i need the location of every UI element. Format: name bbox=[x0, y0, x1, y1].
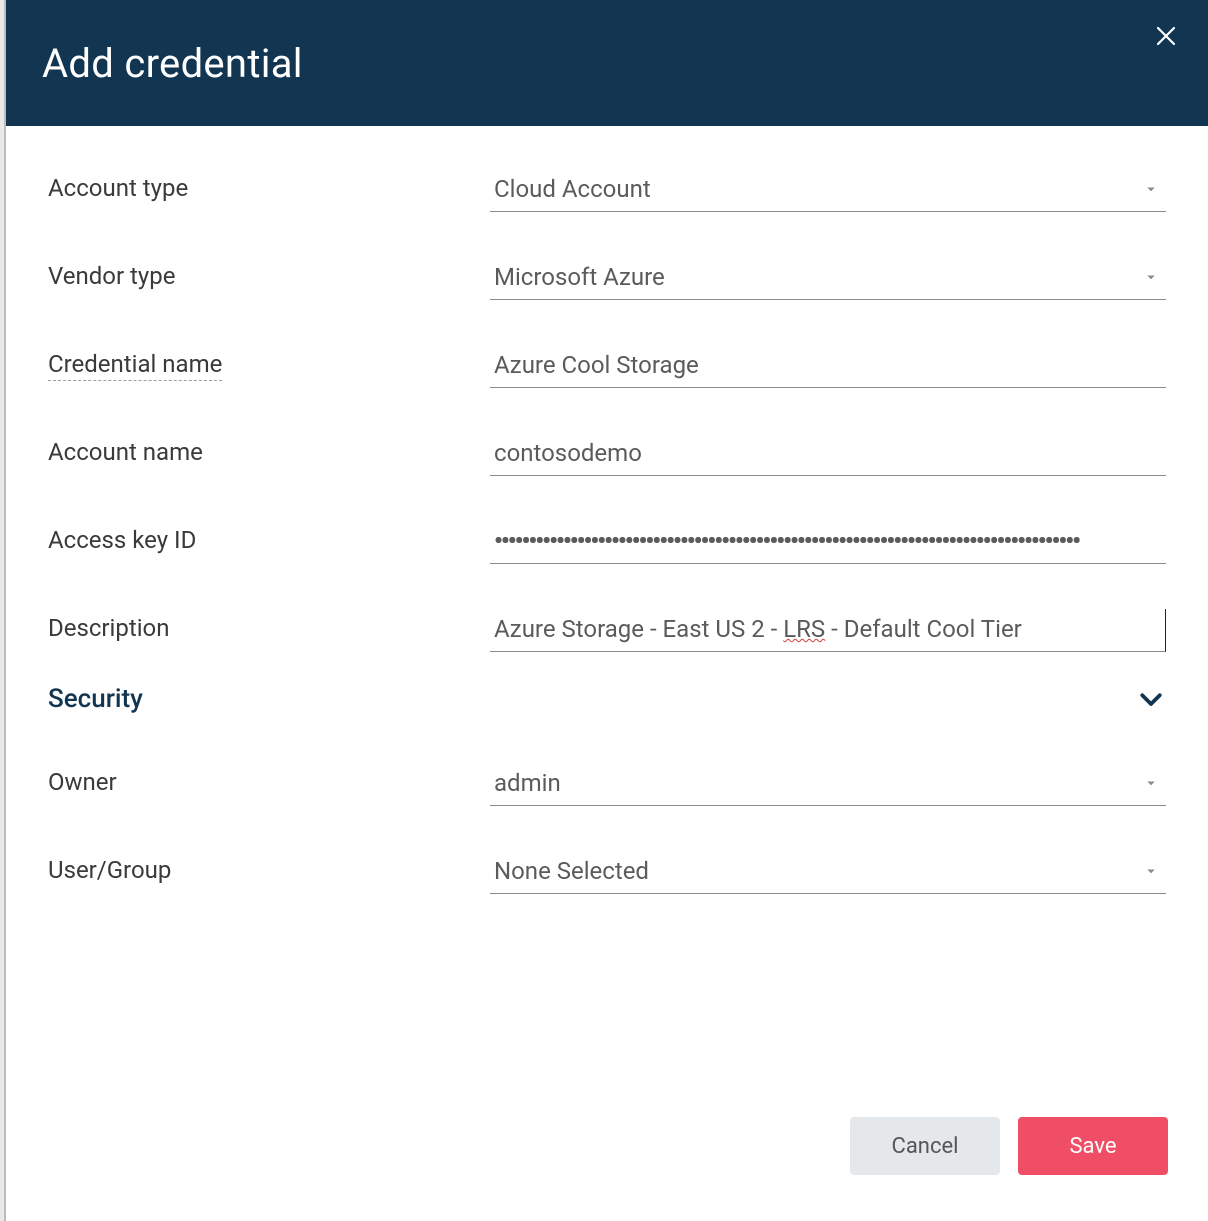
row-access-key-id: Access key ID bbox=[48, 508, 1166, 564]
field-vendor-type[interactable]: Microsoft Azure bbox=[490, 257, 1166, 300]
label-credential-name: Credential name bbox=[48, 350, 490, 388]
input-access-key-id[interactable] bbox=[490, 521, 1166, 564]
section-title-security: Security bbox=[48, 684, 143, 714]
label-account-type: Account type bbox=[48, 174, 490, 212]
chevron-down-icon bbox=[1136, 684, 1166, 714]
modal-title: Add credential bbox=[42, 40, 303, 87]
input-account-name[interactable] bbox=[490, 433, 1166, 476]
select-account-type[interactable]: Cloud Account bbox=[490, 169, 1166, 212]
label-vendor-type: Vendor type bbox=[48, 262, 490, 300]
field-description: Azure Storage - East US 2 - LRS - Defaul… bbox=[490, 609, 1166, 652]
row-credential-name: Credential name bbox=[48, 332, 1166, 388]
row-account-name: Account name bbox=[48, 420, 1166, 476]
input-credential-name[interactable] bbox=[490, 345, 1166, 388]
label-access-key-id: Access key ID bbox=[48, 526, 490, 564]
section-toggle-security[interactable]: Security bbox=[48, 684, 1166, 714]
input-description[interactable]: Azure Storage - East US 2 - LRS - Defaul… bbox=[490, 609, 1166, 652]
field-access-key-id bbox=[490, 521, 1166, 564]
label-account-name: Account name bbox=[48, 438, 490, 476]
modal-header: Add credential bbox=[6, 0, 1208, 126]
field-account-name bbox=[490, 433, 1166, 476]
label-owner: Owner bbox=[48, 768, 490, 806]
row-description: Description Azure Storage - East US 2 - … bbox=[48, 596, 1166, 652]
row-user-group: User/Group None Selected bbox=[48, 838, 1166, 894]
close-icon bbox=[1154, 24, 1178, 48]
field-account-type[interactable]: Cloud Account bbox=[490, 169, 1166, 212]
modal-footer: Cancel Save bbox=[6, 1111, 1208, 1221]
add-credential-modal: Add credential Account type Cloud Accoun… bbox=[6, 0, 1208, 1221]
select-owner[interactable]: admin bbox=[490, 763, 1166, 806]
row-owner: Owner admin bbox=[48, 750, 1166, 806]
select-vendor-type[interactable]: Microsoft Azure bbox=[490, 257, 1166, 300]
field-owner[interactable]: admin bbox=[490, 763, 1166, 806]
modal-body: Account type Cloud Account Vendor type M… bbox=[6, 126, 1208, 1111]
close-button[interactable] bbox=[1148, 18, 1184, 54]
row-vendor-type: Vendor type Microsoft Azure bbox=[48, 244, 1166, 300]
save-button[interactable]: Save bbox=[1018, 1117, 1168, 1175]
select-user-group[interactable]: None Selected bbox=[490, 851, 1166, 894]
field-user-group[interactable]: None Selected bbox=[490, 851, 1166, 894]
cancel-button[interactable]: Cancel bbox=[850, 1117, 1000, 1175]
field-credential-name bbox=[490, 345, 1166, 388]
label-user-group: User/Group bbox=[48, 856, 490, 894]
label-description: Description bbox=[48, 614, 490, 652]
spell-flag: LRS bbox=[783, 615, 825, 643]
row-account-type: Account type Cloud Account bbox=[48, 156, 1166, 212]
